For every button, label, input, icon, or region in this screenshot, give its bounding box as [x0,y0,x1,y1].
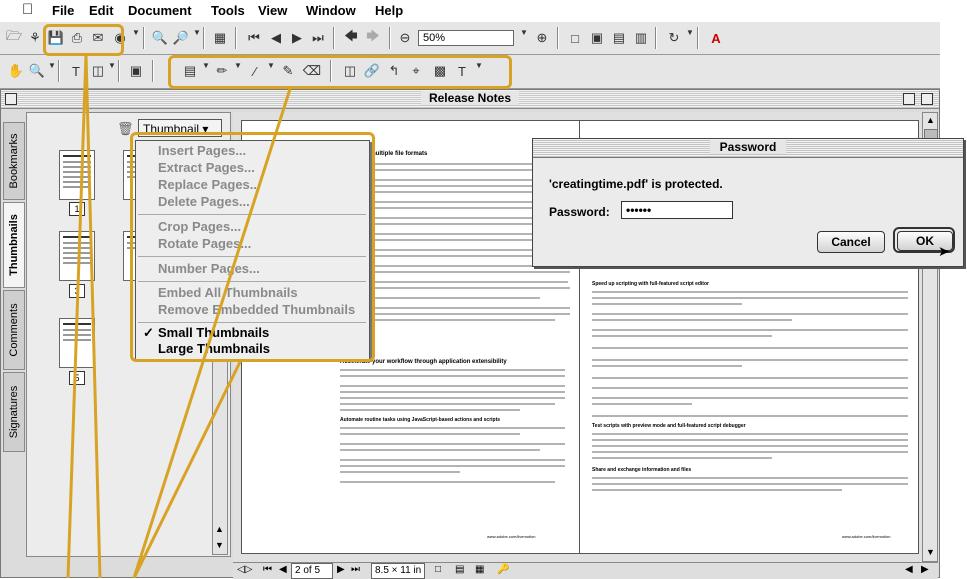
callout-lines [66,54,292,578]
